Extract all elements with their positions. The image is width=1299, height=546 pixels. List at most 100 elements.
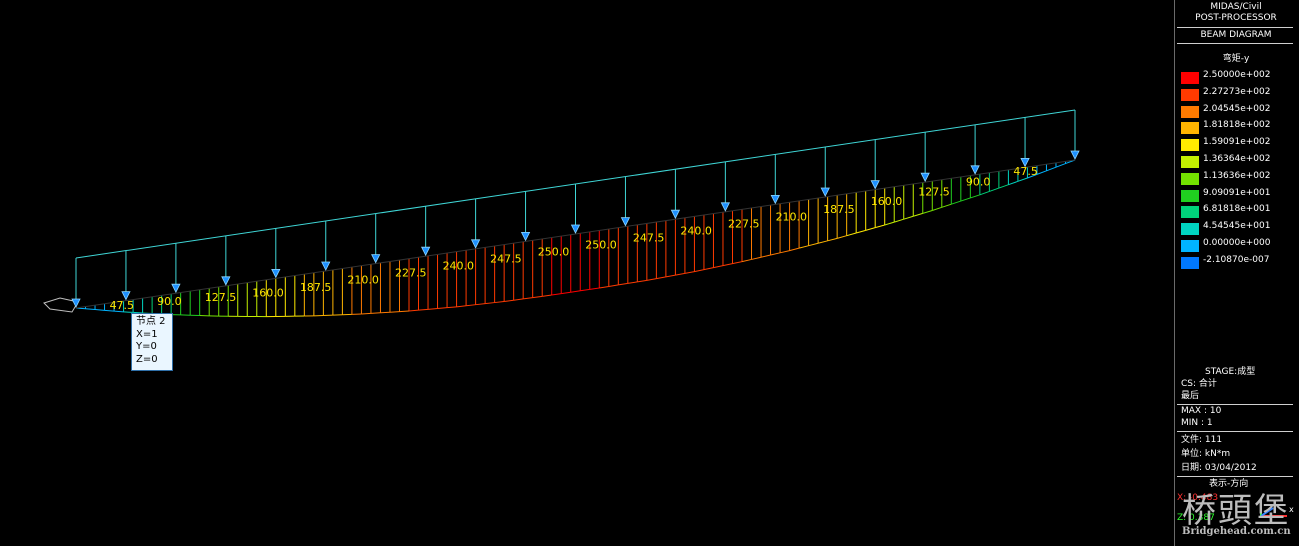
moment-envelope [932,206,942,211]
moment-envelope [760,254,771,258]
model-viewport[interactable]: 47.5 90.0 127.5 160.0 187.5 210.0 227.5 240.0 24… [0,0,1172,546]
moment-envelope [504,299,514,302]
moment-envelope [722,263,733,267]
moment-envelope [656,276,666,280]
moment-envelope [856,229,866,234]
moment-envelope [427,307,438,310]
max-label: MAX : 10 [1181,406,1222,416]
moment-envelope [865,227,876,231]
legend-value: 1.36364e+002 [1203,154,1271,164]
moment-envelope [570,290,581,293]
legend-swatch [1181,223,1199,236]
legend-value: 4.54545e+001 [1203,221,1271,232]
moment-value-label: 240.0 [680,224,712,237]
moment-value-label: 187.5 [300,281,332,294]
moment-envelope [951,200,961,205]
date-label: 日期: 03/04/2012 [1181,463,1257,473]
legend-row: -2.10870e-007 [1181,253,1297,269]
legend-swatch [1181,122,1199,135]
load-arrow-head [570,224,581,234]
moment-envelope [456,305,467,308]
legend-swatch [1181,256,1199,269]
moment-envelope [466,304,476,307]
moment-envelope [827,237,838,242]
moment-value-label: 187.5 [823,203,855,216]
moment-envelope [580,288,590,292]
moment-envelope [399,310,410,313]
beam-diagram: 47.5 90.0 127.5 160.0 187.5 210.0 227.5 240.0 24… [43,109,1080,318]
moment-envelope [637,279,647,283]
tooltip-title: 节点 2 [136,316,166,327]
watermark: 桥頭堡 Bridgehead.com.cn [1178,492,1296,544]
legend-swatch [1181,105,1199,118]
legend-value: 2.27273e+002 [1203,86,1271,97]
result-component: 弯矩-y [1222,54,1250,64]
load-arrow-head [171,283,181,294]
moment-envelope [808,242,819,247]
legend-swatch [1181,139,1199,152]
moment-envelope [770,252,781,256]
moment-envelope [646,278,657,281]
load-arrow-head [720,202,730,212]
moment-envelope [713,265,724,269]
legend-row: 1.13636e+002 [1181,169,1297,185]
beam-element [75,159,1076,309]
moment-envelope [94,309,105,311]
load-arrow-head [221,276,231,286]
moment-value-label: 47.5 [110,299,135,312]
moment-value-label: 227.5 [395,267,427,280]
moment-envelope [989,187,1000,192]
legend-value: 2.50000e+002 [1203,70,1271,80]
legend-row: 1.36364e+002 [1181,152,1297,168]
moment-value-label: 247.5 [490,253,521,266]
moment-envelope [542,294,552,297]
legend-row: 6.81818e+001 [1181,202,1297,219]
unit-label: 单位: kN*m [1181,449,1231,459]
divider [1177,476,1293,477]
legend-value: 6.81818e+001 [1203,204,1271,215]
moment-envelope [903,215,914,220]
load-arrow-head [1070,150,1080,160]
moment-envelope [798,245,809,249]
moment-value-label: 160.0 [871,195,903,208]
moment-value-label: 127.5 [918,185,950,198]
legend-value: 0.00000e+000 [1203,238,1271,248]
divider [1177,43,1293,44]
moment-envelope [694,269,705,273]
moment-envelope [913,212,923,217]
moment-envelope [85,308,96,311]
legend-value: 1.81818e+002 [1203,120,1271,131]
moment-envelope [741,258,752,263]
load-arrow-head [920,172,930,183]
file-label: 文件: 111 [1181,435,1223,445]
legend-swatch [1181,88,1199,101]
node-tooltip: 节点 2 X=1 Y=0 Z=0 [131,313,173,371]
moment-envelope [475,303,486,306]
legend-swatch [1181,189,1199,202]
watermark-url: Bridgehead.com.cn [1182,526,1291,537]
load-arrow-head [970,165,980,175]
legend-row: 0.00000e+000 [1181,236,1297,252]
moment-envelope [703,267,714,271]
moment-envelope [884,221,895,226]
view-direction-label: 表示-方向 [1209,479,1249,489]
moment-envelope [675,272,686,276]
moment-envelope [684,271,695,274]
moment-envelope [494,300,505,304]
moment-value-label: 247.5 [633,231,665,244]
min-label: MIN : 1 [1181,418,1213,428]
legend-value: -2.10870e-007 [1203,254,1270,265]
watermark-logo: 桥頭堡 [1182,491,1290,531]
legend-swatch [1181,206,1199,219]
load-arrow-head [470,239,481,249]
step-label: 最后 [1181,391,1200,401]
legend-row: 2.04545e+002 [1181,102,1297,118]
moment-value-label: 227.5 [728,217,760,230]
moment-envelope [532,295,543,299]
moment-value-label: 90.0 [157,295,182,308]
moment-envelope [960,197,971,202]
legend-row: 1.81818e+002 [1181,118,1297,135]
moment-envelope [894,218,904,223]
moment-envelope [941,203,952,208]
load-arrow-head [620,217,631,227]
